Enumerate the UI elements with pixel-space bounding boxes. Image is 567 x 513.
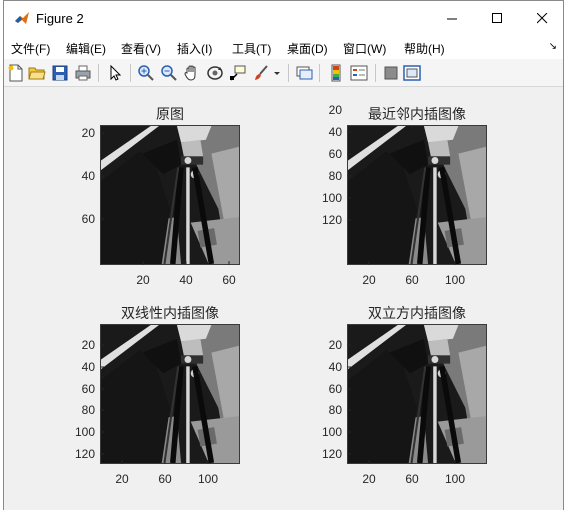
y-tick-label: 40 — [328, 125, 342, 139]
menu-tools[interactable]: 工具(T) — [232, 40, 271, 57]
y-tick-label: 60 — [328, 382, 342, 396]
toolbar-separator — [288, 64, 289, 82]
title-bar: Figure 2 — [4, 1, 563, 35]
hide-plot-tools-icon[interactable] — [382, 64, 400, 82]
y-tick-label: 80 — [328, 169, 342, 183]
axes-nearest-neighbor-title: 最近邻内插图像 — [368, 107, 466, 123]
pan-hand-icon[interactable] — [183, 64, 201, 82]
matlab-icon — [14, 10, 30, 26]
y-tick-label: 100 — [321, 191, 342, 205]
x-tick-label: 20 — [136, 273, 150, 287]
menu-window[interactable]: 窗口(W) — [343, 40, 386, 57]
window-title: Figure 2 — [36, 11, 84, 26]
y-tick-label: 40 — [81, 169, 95, 183]
save-icon[interactable] — [51, 64, 69, 82]
toolbar-separator — [130, 64, 131, 82]
axes-bilinear-title: 双线性内插图像 — [121, 306, 219, 322]
x-tick-label: 100 — [444, 273, 466, 287]
pointer-icon[interactable] — [106, 64, 124, 82]
print-icon[interactable] — [74, 64, 92, 82]
y-tick-label: 80 — [328, 403, 342, 417]
x-tick-label: 20 — [362, 273, 376, 287]
brush-dropdown-icon[interactable] — [272, 64, 282, 82]
toolbar-separator — [375, 64, 376, 82]
y-tick-label: 60 — [81, 212, 95, 226]
menu-bar: 文件(F) 编辑(E) 查看(V) 插入(I) 工具(T) 桌面(D) 窗口(W… — [4, 35, 563, 59]
toolbar-separator — [98, 64, 99, 82]
axes-bicubic-title: 双立方内插图像 — [368, 306, 466, 322]
menu-insert[interactable]: 插入(I) — [177, 40, 212, 57]
y-tick-label: 40 — [328, 360, 342, 374]
y-tick-label: 120 — [321, 447, 342, 461]
y-tick-label: 20 — [81, 338, 95, 352]
figure-window: Figure 2 文件(F) 编辑(E) 查看(V) 插入(I) 工具(T) 桌… — [3, 0, 564, 510]
x-tick-label: 100 — [197, 472, 219, 486]
menu-file[interactable]: 文件(F) — [11, 40, 50, 57]
y-tick-label: 20 — [81, 126, 95, 140]
axes-bilinear-image[interactable] — [100, 324, 240, 464]
maximize-icon — [491, 12, 502, 23]
figure-toolbar — [4, 59, 563, 87]
new-figure-icon[interactable] — [7, 64, 25, 82]
menu-view[interactable]: 查看(V) — [121, 40, 161, 57]
y-tick-label: 20 — [328, 103, 342, 117]
legend-icon[interactable] — [350, 64, 368, 82]
menu-help[interactable]: 帮助(H) — [404, 40, 445, 57]
axes-nearest-neighbor-image[interactable] — [347, 125, 487, 265]
minimize-button[interactable] — [429, 1, 475, 35]
y-tick-label: 120 — [321, 213, 342, 227]
y-tick-label: 60 — [81, 382, 95, 396]
x-tick-label: 60 — [405, 273, 419, 287]
brush-icon[interactable] — [252, 64, 270, 82]
axes-original-title: 原图 — [156, 107, 184, 123]
menu-edit[interactable]: 编辑(E) — [66, 40, 106, 57]
figure-canvas[interactable]: 原图 20 40 60 20 40 60 最近邻内插图像 20 40 60 80… — [4, 88, 563, 510]
axes-original-image[interactable] — [100, 125, 240, 265]
maximize-button[interactable] — [474, 1, 520, 35]
close-button[interactable] — [519, 1, 565, 35]
menu-overflow-icon[interactable]: ↘ — [549, 41, 557, 52]
rotate-3d-icon[interactable] — [206, 64, 224, 82]
close-icon — [536, 12, 547, 23]
y-tick-label: 120 — [74, 447, 95, 461]
link-plot-icon[interactable] — [295, 64, 313, 82]
axes-bicubic-image[interactable] — [347, 324, 487, 464]
x-tick-label: 20 — [115, 472, 129, 486]
show-plot-tools-icon[interactable] — [403, 64, 421, 82]
menu-desktop[interactable]: 桌面(D) — [287, 40, 328, 57]
open-file-icon[interactable] — [28, 64, 46, 82]
data-cursor-icon[interactable] — [229, 64, 247, 82]
zoom-in-icon[interactable] — [137, 64, 155, 82]
y-tick-label: 80 — [81, 403, 95, 417]
colorbar-icon[interactable] — [327, 64, 345, 82]
y-tick-label: 60 — [328, 147, 342, 161]
y-tick-label: 40 — [81, 360, 95, 374]
x-tick-label: 100 — [444, 472, 466, 486]
y-tick-label: 100 — [74, 425, 95, 439]
minimize-icon — [446, 18, 457, 19]
y-tick-label: 100 — [321, 425, 342, 439]
x-tick-label: 40 — [179, 273, 193, 287]
x-tick-label: 60 — [222, 273, 236, 287]
x-tick-label: 20 — [362, 472, 376, 486]
x-tick-label: 60 — [158, 472, 172, 486]
y-tick-label: 20 — [328, 338, 342, 352]
zoom-out-icon[interactable] — [160, 64, 178, 82]
x-tick-label: 60 — [405, 472, 419, 486]
toolbar-separator — [319, 64, 320, 82]
